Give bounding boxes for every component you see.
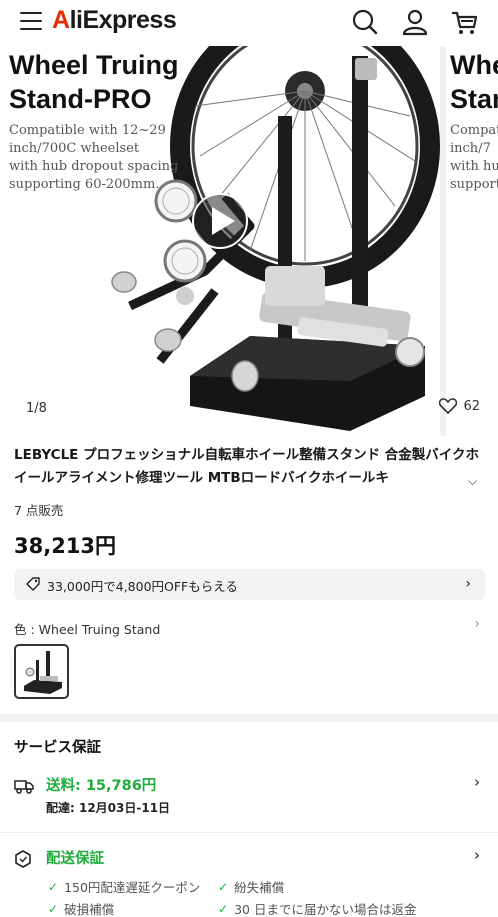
product-price: 38,213円 (14, 534, 117, 558)
menu-icon[interactable] (20, 12, 42, 30)
guarantee-item: ✓ 30 日までに届かない場合は返金 (218, 901, 417, 917)
aliexpress-logo[interactable]: AliExpress (52, 6, 177, 35)
chevron-right-icon: › (465, 576, 471, 592)
color-chevron-icon[interactable]: › (474, 616, 480, 632)
cart-icon[interactable] (450, 7, 480, 37)
delivery-guarantee-label[interactable]: 配送保証 (46, 847, 104, 868)
coupon-text: 33,000円で4,800円OFFもらえる (47, 579, 238, 594)
account-icon[interactable] (400, 7, 430, 37)
gallery-slide-1[interactable]: Wheel Truing Stand-PRO Compatible with 1… (0, 46, 440, 436)
heart-icon (439, 398, 458, 414)
shield-icon (15, 850, 31, 868)
thin-divider (0, 832, 498, 833)
product-title[interactable]: LEBYCLE プロフェッショナル自転車ホイール整備スタンド 合金製バイクホイー… (14, 444, 484, 490)
slide-1-title: Wheel Truing Stand-PRO (9, 50, 179, 114)
tag-icon (26, 577, 40, 591)
coupon-banner[interactable]: 33,000円で4,800円OFFもらえる › (14, 569, 485, 600)
slide-1-description: Compatible with 12~29 inch/700C wheelset… (9, 123, 179, 192)
sold-count: 7 点販売 (14, 503, 64, 518)
check-icon: ✓ (48, 901, 59, 916)
check-icon: ✓ (48, 879, 59, 894)
section-divider (0, 714, 498, 722)
color-label: 色 : Wheel Truing Stand (14, 622, 161, 637)
expand-title-chevron-icon[interactable]: ⌵ (468, 474, 477, 489)
truck-icon (14, 780, 34, 794)
guarantee-item: ✓ 150円配達遅延クーポン (48, 879, 201, 896)
guarantee-item: ✓ 紛失補償 (218, 879, 285, 896)
gallery-counter: 1/8 (26, 401, 47, 416)
gallery-slide-2[interactable]: Whe Stan Compat inch/7 with hu support (440, 46, 498, 436)
slide-2-title: Whe Stan (450, 50, 498, 114)
guarantee-item: ✓ 破損補償 (48, 901, 115, 917)
guarantee-chevron-icon[interactable]: › (474, 846, 480, 864)
shipping-fee[interactable]: 送料: 15,786円 (46, 774, 156, 795)
delivery-date: 配達: 12月03日-11日 (46, 801, 171, 815)
product-gallery[interactable]: Wheel Truing Stand-PRO Compatible with 1… (0, 46, 498, 436)
check-icon: ✓ (218, 879, 229, 894)
shipping-chevron-icon[interactable]: › (474, 773, 480, 791)
likes-count: 62 (463, 398, 480, 414)
search-icon[interactable] (350, 7, 380, 37)
slide-2-description: Compat inch/7 with hu support (450, 123, 498, 192)
service-section-title: サービス保証 (14, 740, 101, 756)
top-header: AliExpress (0, 0, 498, 46)
check-icon: ✓ (218, 901, 229, 916)
wishlist-button[interactable]: 62 (439, 398, 480, 414)
swatch-thumbnail (24, 651, 62, 694)
color-swatch-selected[interactable] (14, 644, 69, 699)
